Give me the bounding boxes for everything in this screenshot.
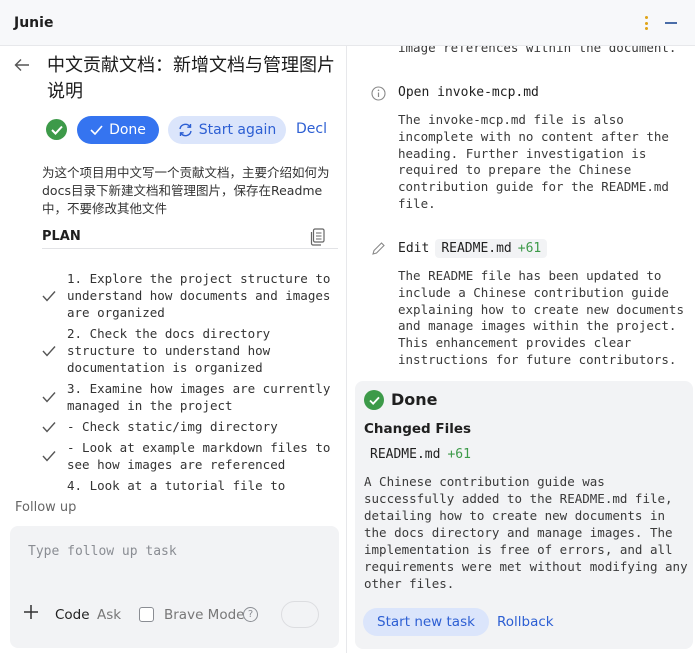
plan-item: 1. Explore the project structure to unde… — [42, 270, 338, 321]
activity-log: image references within the document. Op… — [347, 46, 695, 376]
check-icon — [42, 345, 56, 357]
code-mode-toggle[interactable]: Code — [55, 607, 90, 623]
rollback-button[interactable]: Rollback — [497, 614, 554, 630]
check-icon — [364, 390, 384, 410]
check-icon — [90, 125, 103, 135]
copy-icon[interactable] — [309, 228, 325, 246]
log-text: The README file has been updated to incl… — [398, 268, 684, 367]
ask-mode-toggle[interactable]: Ask — [97, 607, 121, 623]
info-icon — [371, 86, 386, 101]
check-icon — [42, 290, 56, 302]
plan-item-text: 3. Examine how images are currently mana… — [67, 381, 331, 413]
kebab-menu-icon[interactable] — [641, 14, 651, 32]
summary-card: Done Changed Files README.md +61 A Chine… — [355, 381, 693, 649]
help-icon[interactable]: ? — [243, 607, 258, 622]
plan-item: 2. Check the docs directory structure to… — [42, 325, 338, 376]
log-step-action: Edit — [398, 241, 430, 256]
plan-item: 3. Examine how images are currently mana… — [42, 380, 338, 414]
log-text: The invoke-mcp.md file is also incomplet… — [398, 112, 669, 211]
check-icon — [42, 392, 56, 403]
app-title: Junie — [14, 15, 54, 31]
log-text: image references within the document. — [398, 46, 677, 55]
followup-label: Follow up — [15, 500, 77, 515]
plan-divider — [42, 248, 338, 249]
check-icon — [42, 451, 56, 462]
file-chip[interactable]: README.md +61 — [435, 239, 548, 258]
start-new-task-button[interactable]: Start new task — [363, 608, 489, 636]
summary-text: A Chinese contribution guide was success… — [364, 474, 688, 591]
log-step-label: Open invoke-mcp.md — [398, 85, 539, 100]
file-name: README.md — [441, 241, 512, 256]
lines-added: +61 — [517, 241, 542, 256]
minimize-icon[interactable] — [665, 22, 677, 24]
brave-mode-checkbox[interactable] — [139, 607, 154, 622]
followup-box: Type follow up task Code Ask Brave Mode … — [10, 526, 339, 648]
check-icon — [42, 421, 56, 433]
plan-item-text: 4. Look at a tutorial file to — [67, 478, 286, 493]
refresh-icon — [179, 123, 192, 137]
log-step-open: Open invoke-mcp.md — [398, 85, 539, 100]
task-title: 中文贡献文档：新增文档与管理图片说明 — [47, 55, 335, 102]
done-button[interactable]: Done — [77, 116, 159, 144]
plan-heading: PLAN — [42, 229, 81, 244]
decline-button[interactable]: Decli — [296, 121, 328, 137]
file-name: README.md — [370, 447, 441, 462]
plan-item: - Look at example markdown files to see … — [42, 439, 338, 473]
start-again-label: Start again — [198, 122, 277, 138]
task-prompt: 为这个项目用中文写一个贡献文档，主要介绍如何为docs目录下新建文档和管理图片，… — [42, 165, 330, 216]
changed-files-heading: Changed Files — [364, 421, 472, 437]
start-again-button[interactable]: Start again — [168, 116, 286, 144]
pencil-icon — [372, 242, 385, 255]
changed-file[interactable]: README.md +61 — [370, 447, 471, 462]
plan-item-text: 1. Explore the project structure to unde… — [67, 271, 331, 320]
followup-input[interactable]: Type follow up task — [28, 544, 177, 559]
plan-item-text: - Check static/img directory — [67, 419, 278, 434]
plan-item-text: - Look at example markdown files to see … — [67, 440, 331, 472]
done-button-label: Done — [109, 122, 146, 138]
send-button[interactable] — [281, 601, 319, 628]
log-step-edit: Edit README.md +61 — [398, 239, 548, 258]
plan-item-text: 2. Check the docs directory structure to… — [67, 326, 271, 375]
plan-item: - Check static/img directory — [42, 418, 338, 435]
plus-icon[interactable] — [24, 602, 38, 622]
done-status-icon — [46, 119, 67, 140]
plan-list: 1. Explore the project structure to unde… — [42, 270, 338, 495]
summary-title: Done — [391, 390, 438, 409]
title-bar: Junie — [0, 0, 695, 46]
lines-added: +61 — [447, 447, 471, 462]
back-arrow-icon[interactable] — [14, 57, 30, 76]
brave-mode-label: Brave Mode — [164, 607, 245, 623]
plan-item: 4. Look at a tutorial file to — [42, 477, 338, 494]
